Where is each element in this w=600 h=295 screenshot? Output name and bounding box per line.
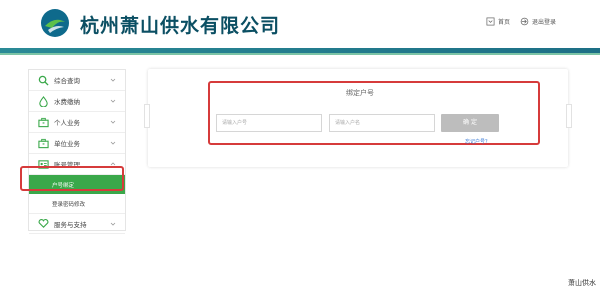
briefcase-icon [38,138,49,148]
sidebar-item-query[interactable]: 综合查询 [29,70,125,91]
header-band-accent [0,53,600,55]
sidebar-subitem-label: 登录密码修改 [52,201,86,208]
sidebar-item-personal[interactable]: 个人业务 [29,112,125,133]
sidebar: 综合查询 水费缴纳 个人业务 单位业务 账号管理 户号绑定 登录密码修改 服务与… [28,69,126,234]
forgot-account-link[interactable]: 忘记户号？ [465,138,490,145]
highlight-box-sidebar [20,166,124,191]
panel-title: 绑定户号 [346,89,374,97]
confirm-button[interactable]: 确 定 [441,114,499,132]
account-number-input[interactable]: 请输入户号 [216,114,322,132]
sidebar-item-label: 个人业务 [54,119,80,127]
sidebar-item-service[interactable]: 服务与支持 [29,213,125,234]
account-name-input[interactable]: 请输入户名 [329,114,435,132]
top-links: 首页 退出登录 [486,17,556,26]
footer-watermark: 萧山供水 [568,279,596,287]
sidebar-item-payment[interactable]: 水费缴纳 [29,91,125,112]
chevron-down-icon [110,141,116,145]
heart-icon [38,219,49,228]
search-icon [38,75,49,86]
sidebar-item-label: 服务与支持 [54,220,87,229]
panel-right-tab [566,104,572,128]
sidebar-item-label: 水费缴纳 [54,98,80,106]
chevron-down-icon [110,120,116,124]
chevron-down-icon [110,78,116,82]
briefcase-icon [38,117,49,127]
sidebar-item-company[interactable]: 单位业务 [29,133,125,154]
company-name: 杭州萧山供水有限公司 [80,15,281,37]
home-link[interactable]: 首页 [486,17,510,26]
chevron-down-icon [110,99,116,103]
home-label: 首页 [497,19,510,26]
company-logo [41,9,69,37]
logout-link[interactable]: 退出登录 [520,17,556,26]
logout-icon [520,17,529,26]
home-icon [486,17,495,26]
header: 杭州萧山供水有限公司 首页 退出登录 [0,0,600,48]
water-drop-icon [39,95,48,107]
sidebar-item-label: 综合查询 [54,77,80,85]
panel-left-tab [144,104,150,128]
sidebar-item-label: 单位业务 [54,140,80,148]
logout-label: 退出登录 [531,19,556,26]
chevron-down-icon [110,222,116,226]
sidebar-subitem-change-password[interactable]: 登录密码修改 [29,194,125,213]
